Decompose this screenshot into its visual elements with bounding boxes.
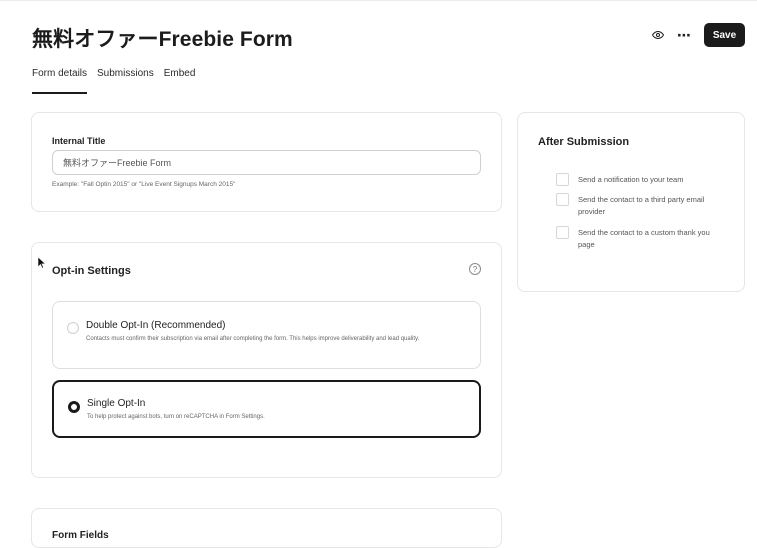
form-fields-card: Form Fields <box>31 508 502 548</box>
preview-button[interactable] <box>650 27 666 43</box>
tab-embed[interactable]: Embed <box>164 68 196 94</box>
single-optin-description: To help protect against bots, turn on re… <box>87 414 265 420</box>
more-options-button[interactable]: ⋯ <box>676 27 692 43</box>
top-divider <box>0 0 757 1</box>
checkbox[interactable] <box>556 173 569 186</box>
optin-settings-title: Opt-in Settings <box>52 265 131 277</box>
page-title: 無料オファーFreebie Form <box>32 28 293 51</box>
tab-submissions[interactable]: Submissions <box>97 68 154 94</box>
single-optin-radio[interactable] <box>68 401 80 413</box>
double-optin-radio[interactable] <box>67 322 79 334</box>
single-optin-option[interactable]: Single Opt-In To help protect against bo… <box>52 380 481 438</box>
double-optin-title: Double Opt-In (Recommended) <box>86 320 226 331</box>
internal-title-card: Internal Title 無料オファーFreebie Form Exampl… <box>31 112 502 212</box>
after-item-label: Send the contact to a custom thank you p… <box>578 228 710 249</box>
after-submission-card: After Submission Send a notification to … <box>517 112 745 292</box>
double-optin-option[interactable]: Double Opt-In (Recommended) Contacts mus… <box>52 301 481 369</box>
eye-icon <box>652 30 664 40</box>
internal-title-hint: Example: "Fall Optin 2015" or "Live Even… <box>52 181 236 188</box>
help-icon[interactable]: ? <box>469 263 481 275</box>
double-optin-description: Contacts must confirm their subscription… <box>86 336 420 342</box>
tab-form-details[interactable]: Form details <box>32 68 88 94</box>
checkbox[interactable] <box>556 226 569 239</box>
after-item-label: Send a notification to your team <box>578 175 684 184</box>
tabs: Form details Submissions Embed <box>32 68 195 94</box>
single-optin-title: Single Opt-In <box>87 398 146 409</box>
internal-title-label: Internal Title <box>52 136 106 146</box>
internal-title-input[interactable]: 無料オファーFreebie Form <box>52 150 481 175</box>
optin-settings-card: Opt-in Settings ? Double Opt-In (Recomme… <box>31 242 502 478</box>
mouse-cursor-icon <box>38 257 46 269</box>
after-submission-title: After Submission <box>538 136 630 148</box>
more-icon: ⋯ <box>677 26 691 43</box>
after-item-label: Send the contact to a third party email … <box>578 195 705 216</box>
save-button[interactable]: Save <box>704 23 745 47</box>
checkbox[interactable] <box>556 193 569 206</box>
